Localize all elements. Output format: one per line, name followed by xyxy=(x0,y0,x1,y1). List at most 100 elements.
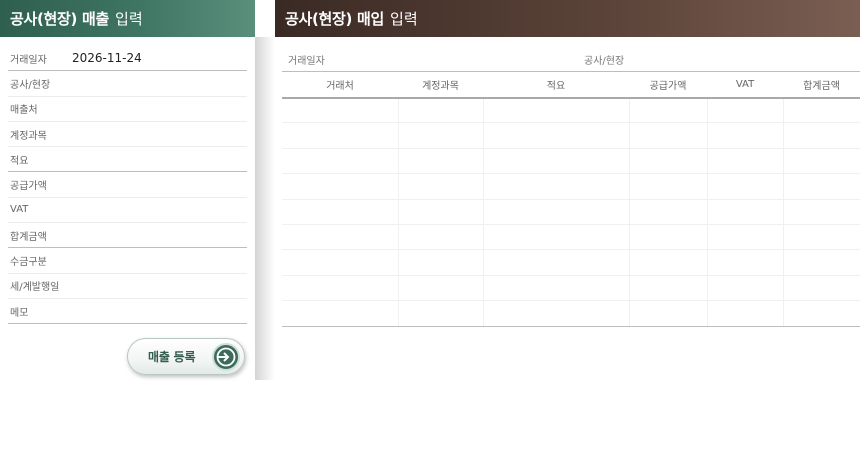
table-cell[interactable] xyxy=(483,224,630,251)
filter-date-label: 거래일자 xyxy=(288,56,325,67)
table-cell[interactable] xyxy=(707,300,784,327)
table-cell[interactable] xyxy=(483,173,630,200)
table-row[interactable] xyxy=(282,199,860,225)
table-cell[interactable] xyxy=(483,199,630,225)
table-cell[interactable] xyxy=(707,173,784,200)
table-cell[interactable] xyxy=(783,300,860,327)
table-cell[interactable] xyxy=(707,148,784,175)
purchase-table: 거래처 계정과목 적요 공급가액 VAT 합계금액 xyxy=(282,71,860,327)
table-cell[interactable] xyxy=(398,275,484,302)
table-cell[interactable] xyxy=(398,199,484,225)
column-header-description: 적요 xyxy=(483,71,629,99)
site-label: 공사/현장 xyxy=(10,79,51,91)
table-cell[interactable] xyxy=(707,97,784,124)
table-cell[interactable] xyxy=(629,224,708,251)
table-row[interactable] xyxy=(282,224,860,251)
table-cell[interactable] xyxy=(783,148,860,175)
table-cell[interactable] xyxy=(783,275,860,302)
table-row[interactable] xyxy=(282,173,860,200)
collection-type-label: 수금구분 xyxy=(10,257,47,269)
table-row[interactable] xyxy=(282,275,860,302)
table-cell[interactable] xyxy=(783,173,860,200)
table-cell[interactable] xyxy=(629,148,708,175)
table-cell[interactable] xyxy=(783,122,860,149)
table-cell[interactable] xyxy=(629,97,708,124)
form-row-customer: 매출처 xyxy=(8,97,247,122)
register-sales-button[interactable]: 매출 등록 xyxy=(127,338,245,375)
table-cell[interactable] xyxy=(483,148,630,175)
table-cell[interactable] xyxy=(707,199,784,225)
form-row-total: 합계금액 xyxy=(8,223,247,249)
table-cell[interactable] xyxy=(483,300,630,327)
table-cell[interactable] xyxy=(398,148,484,175)
arrow-right-circle-icon xyxy=(212,343,240,371)
table-cell[interactable] xyxy=(282,148,399,175)
table-cell[interactable] xyxy=(483,249,630,276)
table-cell[interactable] xyxy=(282,173,399,200)
table-row[interactable] xyxy=(282,122,860,149)
site-field[interactable] xyxy=(72,71,247,95)
table-cell[interactable] xyxy=(398,300,484,327)
table-cell[interactable] xyxy=(783,249,860,276)
table-cell[interactable] xyxy=(483,275,630,302)
form-row-account: 계정과목 xyxy=(8,122,247,148)
table-cell[interactable] xyxy=(398,224,484,251)
customer-field[interactable] xyxy=(72,97,247,121)
table-cell[interactable] xyxy=(783,97,860,124)
panel-divider-shadow xyxy=(255,37,275,380)
purchase-filter-bar: 거래일자 공사/현장 xyxy=(282,48,860,70)
form-row-memo: 메모 xyxy=(8,299,247,325)
table-cell[interactable] xyxy=(707,275,784,302)
form-row-supply-amount: 공급가액 xyxy=(8,172,247,198)
table-cell[interactable] xyxy=(629,249,708,276)
column-header-total: 합계금액 xyxy=(783,71,860,99)
invoice-date-field[interactable] xyxy=(72,274,247,298)
supply-amount-label: 공급가액 xyxy=(10,181,47,193)
register-sales-button-label: 매출 등록 xyxy=(148,350,196,364)
table-cell[interactable] xyxy=(707,224,784,251)
date-field[interactable]: 2026-11-24 xyxy=(72,46,247,70)
table-row[interactable] xyxy=(282,148,860,175)
table-cell[interactable] xyxy=(707,122,784,149)
table-cell[interactable] xyxy=(282,199,399,225)
table-cell[interactable] xyxy=(398,122,484,149)
vat-label: VAT xyxy=(10,204,29,216)
table-cell[interactable] xyxy=(282,224,399,251)
total-field[interactable] xyxy=(72,223,247,247)
table-cell[interactable] xyxy=(629,173,708,200)
table-cell[interactable] xyxy=(398,173,484,200)
sales-form: 거래일자 2026-11-24 공사/현장 매출처 계정과목 적요 공급가액 V… xyxy=(8,46,247,325)
column-header-vat: VAT xyxy=(707,71,783,99)
table-cell[interactable] xyxy=(282,97,399,124)
description-field[interactable] xyxy=(72,147,247,171)
memo-field[interactable] xyxy=(72,299,247,323)
table-row[interactable] xyxy=(282,300,860,327)
purchase-panel-subtitle: 입력 xyxy=(390,10,418,28)
table-cell[interactable] xyxy=(783,199,860,225)
table-cell[interactable] xyxy=(483,97,630,124)
vat-field[interactable] xyxy=(72,198,247,222)
account-field[interactable] xyxy=(72,122,247,146)
table-cell[interactable] xyxy=(707,249,784,276)
table-cell[interactable] xyxy=(282,300,399,327)
table-cell[interactable] xyxy=(483,122,630,149)
table-cell[interactable] xyxy=(282,122,399,149)
table-cell[interactable] xyxy=(398,249,484,276)
table-cell[interactable] xyxy=(629,275,708,302)
form-row-site: 공사/현장 xyxy=(8,71,247,97)
table-cell[interactable] xyxy=(282,275,399,302)
table-cell[interactable] xyxy=(629,122,708,149)
table-row[interactable] xyxy=(282,97,860,124)
supply-amount-field[interactable] xyxy=(72,172,247,196)
table-cell[interactable] xyxy=(629,199,708,225)
table-row[interactable] xyxy=(282,249,860,276)
table-cell[interactable] xyxy=(783,224,860,251)
table-cell[interactable] xyxy=(282,249,399,276)
form-row-date: 거래일자 2026-11-24 xyxy=(8,46,247,72)
sales-panel-header: 공사(현장) 매출 입력 xyxy=(0,0,255,37)
purchase-panel-header: 공사(현장) 매입 입력 xyxy=(275,0,860,37)
table-cell[interactable] xyxy=(629,300,708,327)
purchase-panel-title: 공사(현장) 매입 xyxy=(285,10,385,28)
table-cell[interactable] xyxy=(398,97,484,124)
collection-type-field[interactable] xyxy=(72,248,247,272)
